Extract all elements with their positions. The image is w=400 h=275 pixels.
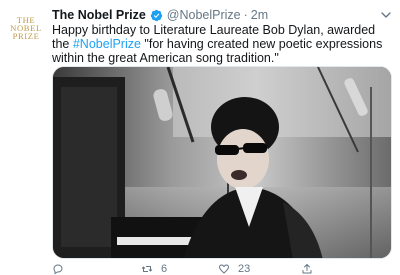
chevron-down-icon[interactable] <box>380 9 392 21</box>
retweet-button[interactable]: 6 <box>141 263 218 275</box>
tweet-timestamp[interactable]: 2m <box>251 7 268 23</box>
tweet-actions: 6 23 <box>52 262 352 275</box>
hashtag-link[interactable]: #NobelPrize <box>73 37 141 51</box>
reply-button[interactable] <box>52 263 127 275</box>
account-handle[interactable]: @NobelPrize <box>167 7 241 23</box>
verified-badge-icon <box>150 9 162 21</box>
retweet-icon <box>141 266 153 272</box>
share-icon <box>302 264 312 274</box>
account-name[interactable]: The Nobel Prize <box>52 7 146 23</box>
reply-icon <box>53 264 63 275</box>
like-count: 23 <box>238 263 251 275</box>
share-button[interactable] <box>301 263 313 275</box>
photo-bob-dylan-studio <box>53 67 391 258</box>
like-button[interactable]: 23 <box>218 263 301 275</box>
avatar-line-3: PRIZE <box>12 31 40 42</box>
tweet-text: Happy birthday to Literature Laureate Bo… <box>52 23 392 66</box>
tweet-card[interactable]: THE NOBEL PRIZE The Nobel Prize @NobelPr… <box>0 0 400 275</box>
tweet-photo[interactable] <box>52 66 392 259</box>
tweet-header: The Nobel Prize @NobelPrize · 2m <box>52 7 268 23</box>
like-icon <box>219 264 229 274</box>
avatar[interactable]: THE NOBEL PRIZE <box>6 8 46 48</box>
separator-dot: · <box>243 8 248 22</box>
retweet-count: 6 <box>161 263 168 275</box>
